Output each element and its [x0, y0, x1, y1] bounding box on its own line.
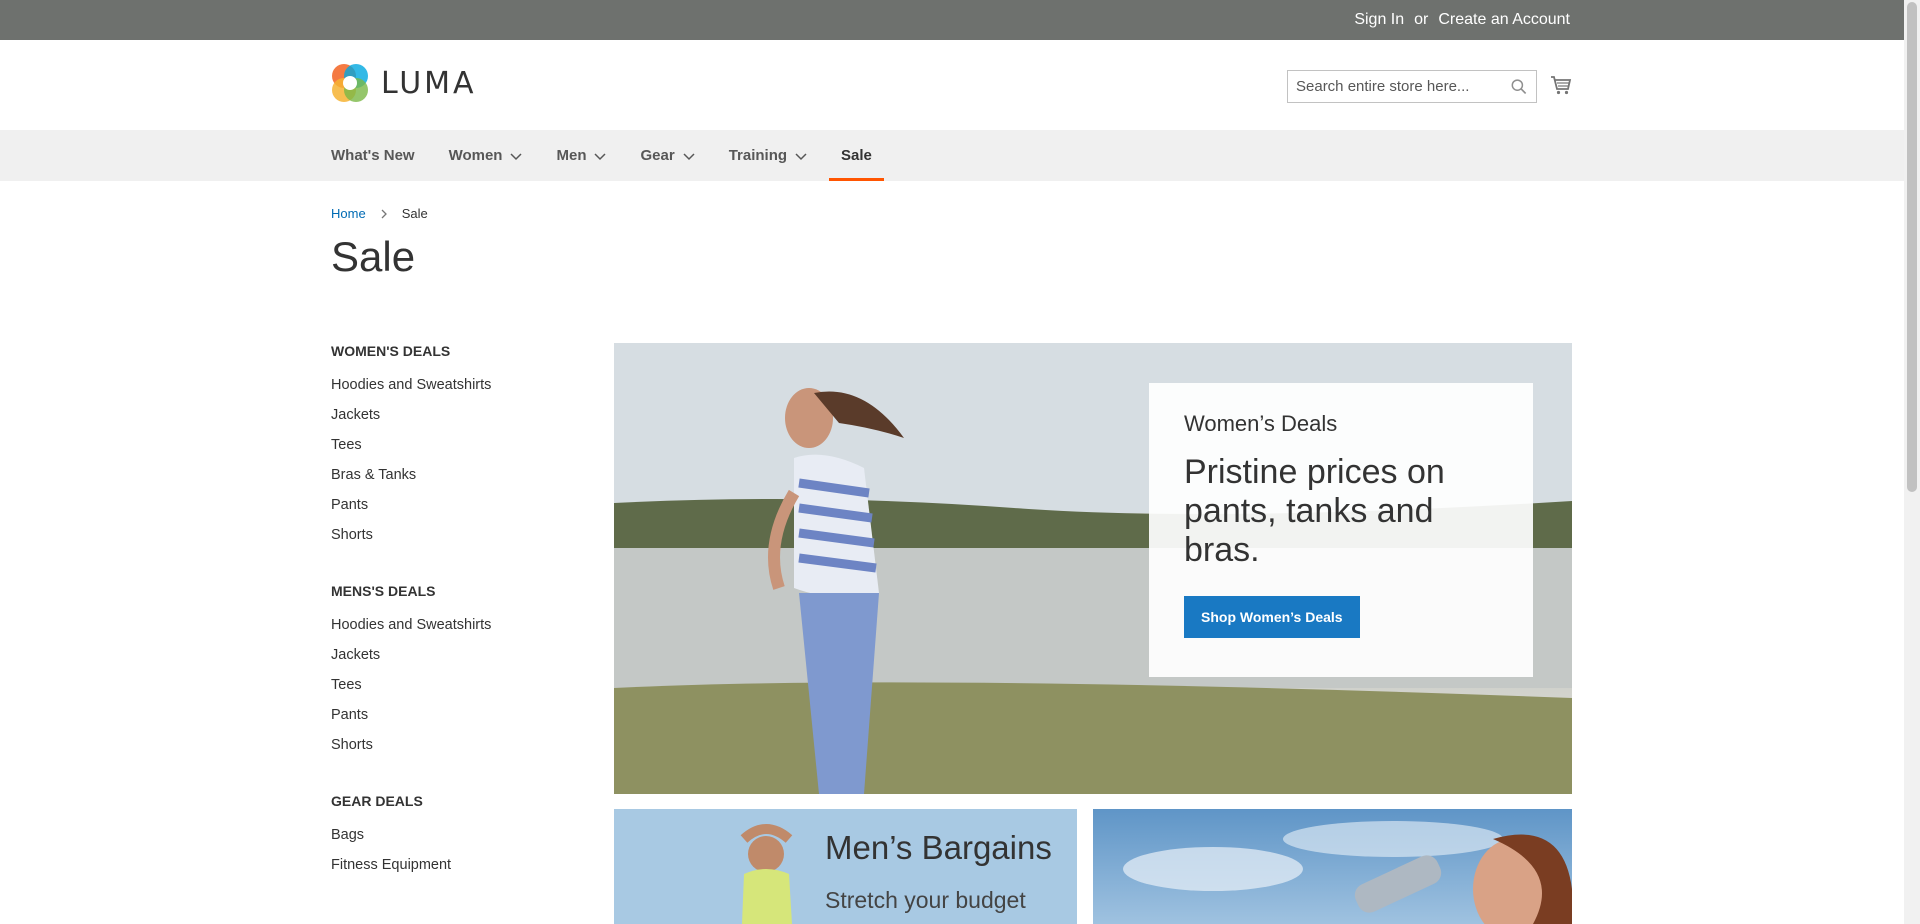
- account-links: Sign In or Create an Account: [1354, 0, 1570, 40]
- womens-deals-banner[interactable]: Women’s Deals Pristine prices on pants, …: [614, 343, 1572, 794]
- promo-headline: Pristine prices on pants, tanks and bras…: [1184, 453, 1445, 569]
- sidebar-link[interactable]: Hoodies and Sweatshirts: [331, 610, 571, 640]
- sidebar-group-womens-deals: WOMEN'S DEALS Hoodies and Sweatshirts Ja…: [331, 340, 571, 550]
- sidebar-link[interactable]: Bags: [331, 820, 571, 850]
- drinking-woman-photo: [1123, 821, 1572, 924]
- chevron-down-icon: [795, 152, 807, 160]
- nav-label: Sale: [841, 147, 872, 164]
- create-account-link[interactable]: Create an Account: [1438, 11, 1570, 29]
- breadcrumb-home-link[interactable]: Home: [331, 206, 366, 221]
- nav-item-training[interactable]: Training: [729, 130, 807, 181]
- nav-label: Training: [728, 147, 788, 164]
- sidebar-link[interactable]: Pants: [331, 490, 571, 520]
- page-scrollbar[interactable]: [1904, 0, 1920, 924]
- sidebar-group-gear-deals: GEAR DEALS Bags Fitness Equipment: [331, 790, 571, 880]
- nav-label: Women: [448, 147, 503, 164]
- top-bar: Sign In or Create an Account: [0, 0, 1904, 40]
- sidebar-link[interactable]: Shorts: [331, 730, 571, 760]
- chevron-down-icon: [510, 152, 523, 160]
- sidebar-link[interactable]: Fitness Equipment: [331, 850, 571, 880]
- shop-womens-deals-button[interactable]: Shop Women’s Deals: [1184, 596, 1360, 638]
- promo-card: Women’s Deals Pristine prices on pants, …: [1149, 383, 1533, 677]
- logo[interactable]: LUMA: [331, 62, 477, 104]
- cart-icon[interactable]: [1550, 74, 1572, 96]
- sidebar-group-title: GEAR DEALS: [331, 793, 423, 809]
- nav-item-sale[interactable]: Sale: [829, 130, 884, 181]
- nav-label: What's New: [331, 147, 415, 164]
- breadcrumb-current: Sale: [401, 206, 428, 221]
- sidebar-link[interactable]: Tees: [331, 670, 571, 700]
- sidebar-link[interactable]: Bras & Tanks: [331, 460, 571, 490]
- sign-in-link[interactable]: Sign In: [1354, 11, 1404, 29]
- mens-bargains-tile[interactable]: Men’s Bargains Stretch your budget: [614, 809, 1077, 924]
- nav-item-women[interactable]: Women: [449, 130, 523, 181]
- site-header: LUMA: [0, 40, 1904, 130]
- nav-item-men[interactable]: Men: [556, 130, 607, 181]
- nav-label: Men: [556, 147, 587, 164]
- main-nav: What's New Women Men Gear Training Sale: [0, 130, 1904, 181]
- sidebar-link[interactable]: Hoodies and Sweatshirts: [331, 370, 571, 400]
- breadcrumb: Home Sale: [331, 206, 428, 221]
- sidebar-deals: WOMEN'S DEALS Hoodies and Sweatshirts Ja…: [331, 340, 571, 910]
- sidebar-group-title: MENS'S DEALS: [331, 583, 436, 599]
- logo-text: LUMA: [381, 65, 477, 101]
- search-input[interactable]: [1296, 78, 1510, 95]
- sidebar-link[interactable]: Shorts: [331, 520, 571, 550]
- separator-text: or: [1414, 11, 1429, 28]
- search-icon[interactable]: [1510, 77, 1528, 97]
- drinking-woman-tile[interactable]: [1093, 809, 1572, 924]
- tile-title: Men’s Bargains: [825, 829, 1052, 866]
- luma-logo-icon: [332, 64, 368, 102]
- nav-item-whats-new[interactable]: What's New: [331, 130, 415, 181]
- nav-label: Gear: [640, 147, 675, 164]
- sidebar-link[interactable]: Tees: [331, 430, 571, 460]
- chevron-down-icon: [594, 152, 607, 160]
- tile-subtitle: Stretch your budget: [825, 887, 1026, 913]
- chevron-down-icon: [683, 152, 695, 160]
- sidebar-group-mens-deals: MENS'S DEALS Hoodies and Sweatshirts Jac…: [331, 580, 571, 760]
- sidebar-link[interactable]: Jackets: [331, 640, 571, 670]
- chevron-right-icon: [381, 209, 387, 218]
- sidebar-group-title: WOMEN'S DEALS: [331, 343, 451, 359]
- promo-kicker: Women’s Deals: [1184, 411, 1338, 436]
- nav-item-gear[interactable]: Gear: [640, 130, 695, 181]
- sidebar-link[interactable]: Jackets: [331, 400, 571, 430]
- page-title: Sale: [331, 233, 416, 280]
- search-box[interactable]: [1287, 70, 1537, 103]
- scrollbar-thumb[interactable]: [1907, 2, 1917, 492]
- sidebar-link[interactable]: Pants: [331, 700, 571, 730]
